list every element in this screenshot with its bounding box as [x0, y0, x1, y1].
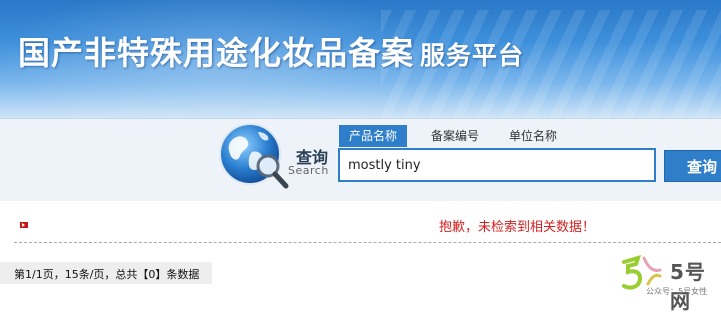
- banner-title-sub: 服务平台: [420, 41, 525, 70]
- pagination-text: 第1/1页，15条/页，总共【0】条数据: [14, 268, 200, 281]
- banner-title-main: 国产非特殊用途化妆品备案: [18, 34, 415, 72]
- tab-filing-number[interactable]: 备案编号: [421, 125, 489, 147]
- globe-search-icon: [218, 122, 290, 190]
- header-banner: 国产非特殊用途化妆品备案 服务平台: [0, 0, 721, 118]
- watermark-sub: 公众号：5号女性: [646, 287, 708, 296]
- tab-company-name[interactable]: 单位名称: [499, 125, 567, 147]
- banner-title: 国产非特殊用途化妆品备案 服务平台: [18, 28, 524, 74]
- arrow-icon: [20, 222, 28, 228]
- tab-product-name[interactable]: 产品名称: [339, 125, 407, 147]
- search-button[interactable]: 查询: [664, 150, 721, 182]
- result-notice-row: [0, 200, 721, 242]
- no-results-message: 抱歉，未检索到相关数据！: [439, 220, 596, 235]
- watermark-brand: 5号网: [670, 260, 706, 313]
- search-label-en: Search: [288, 164, 329, 177]
- divider: [14, 242, 721, 243]
- search-input[interactable]: [338, 148, 656, 182]
